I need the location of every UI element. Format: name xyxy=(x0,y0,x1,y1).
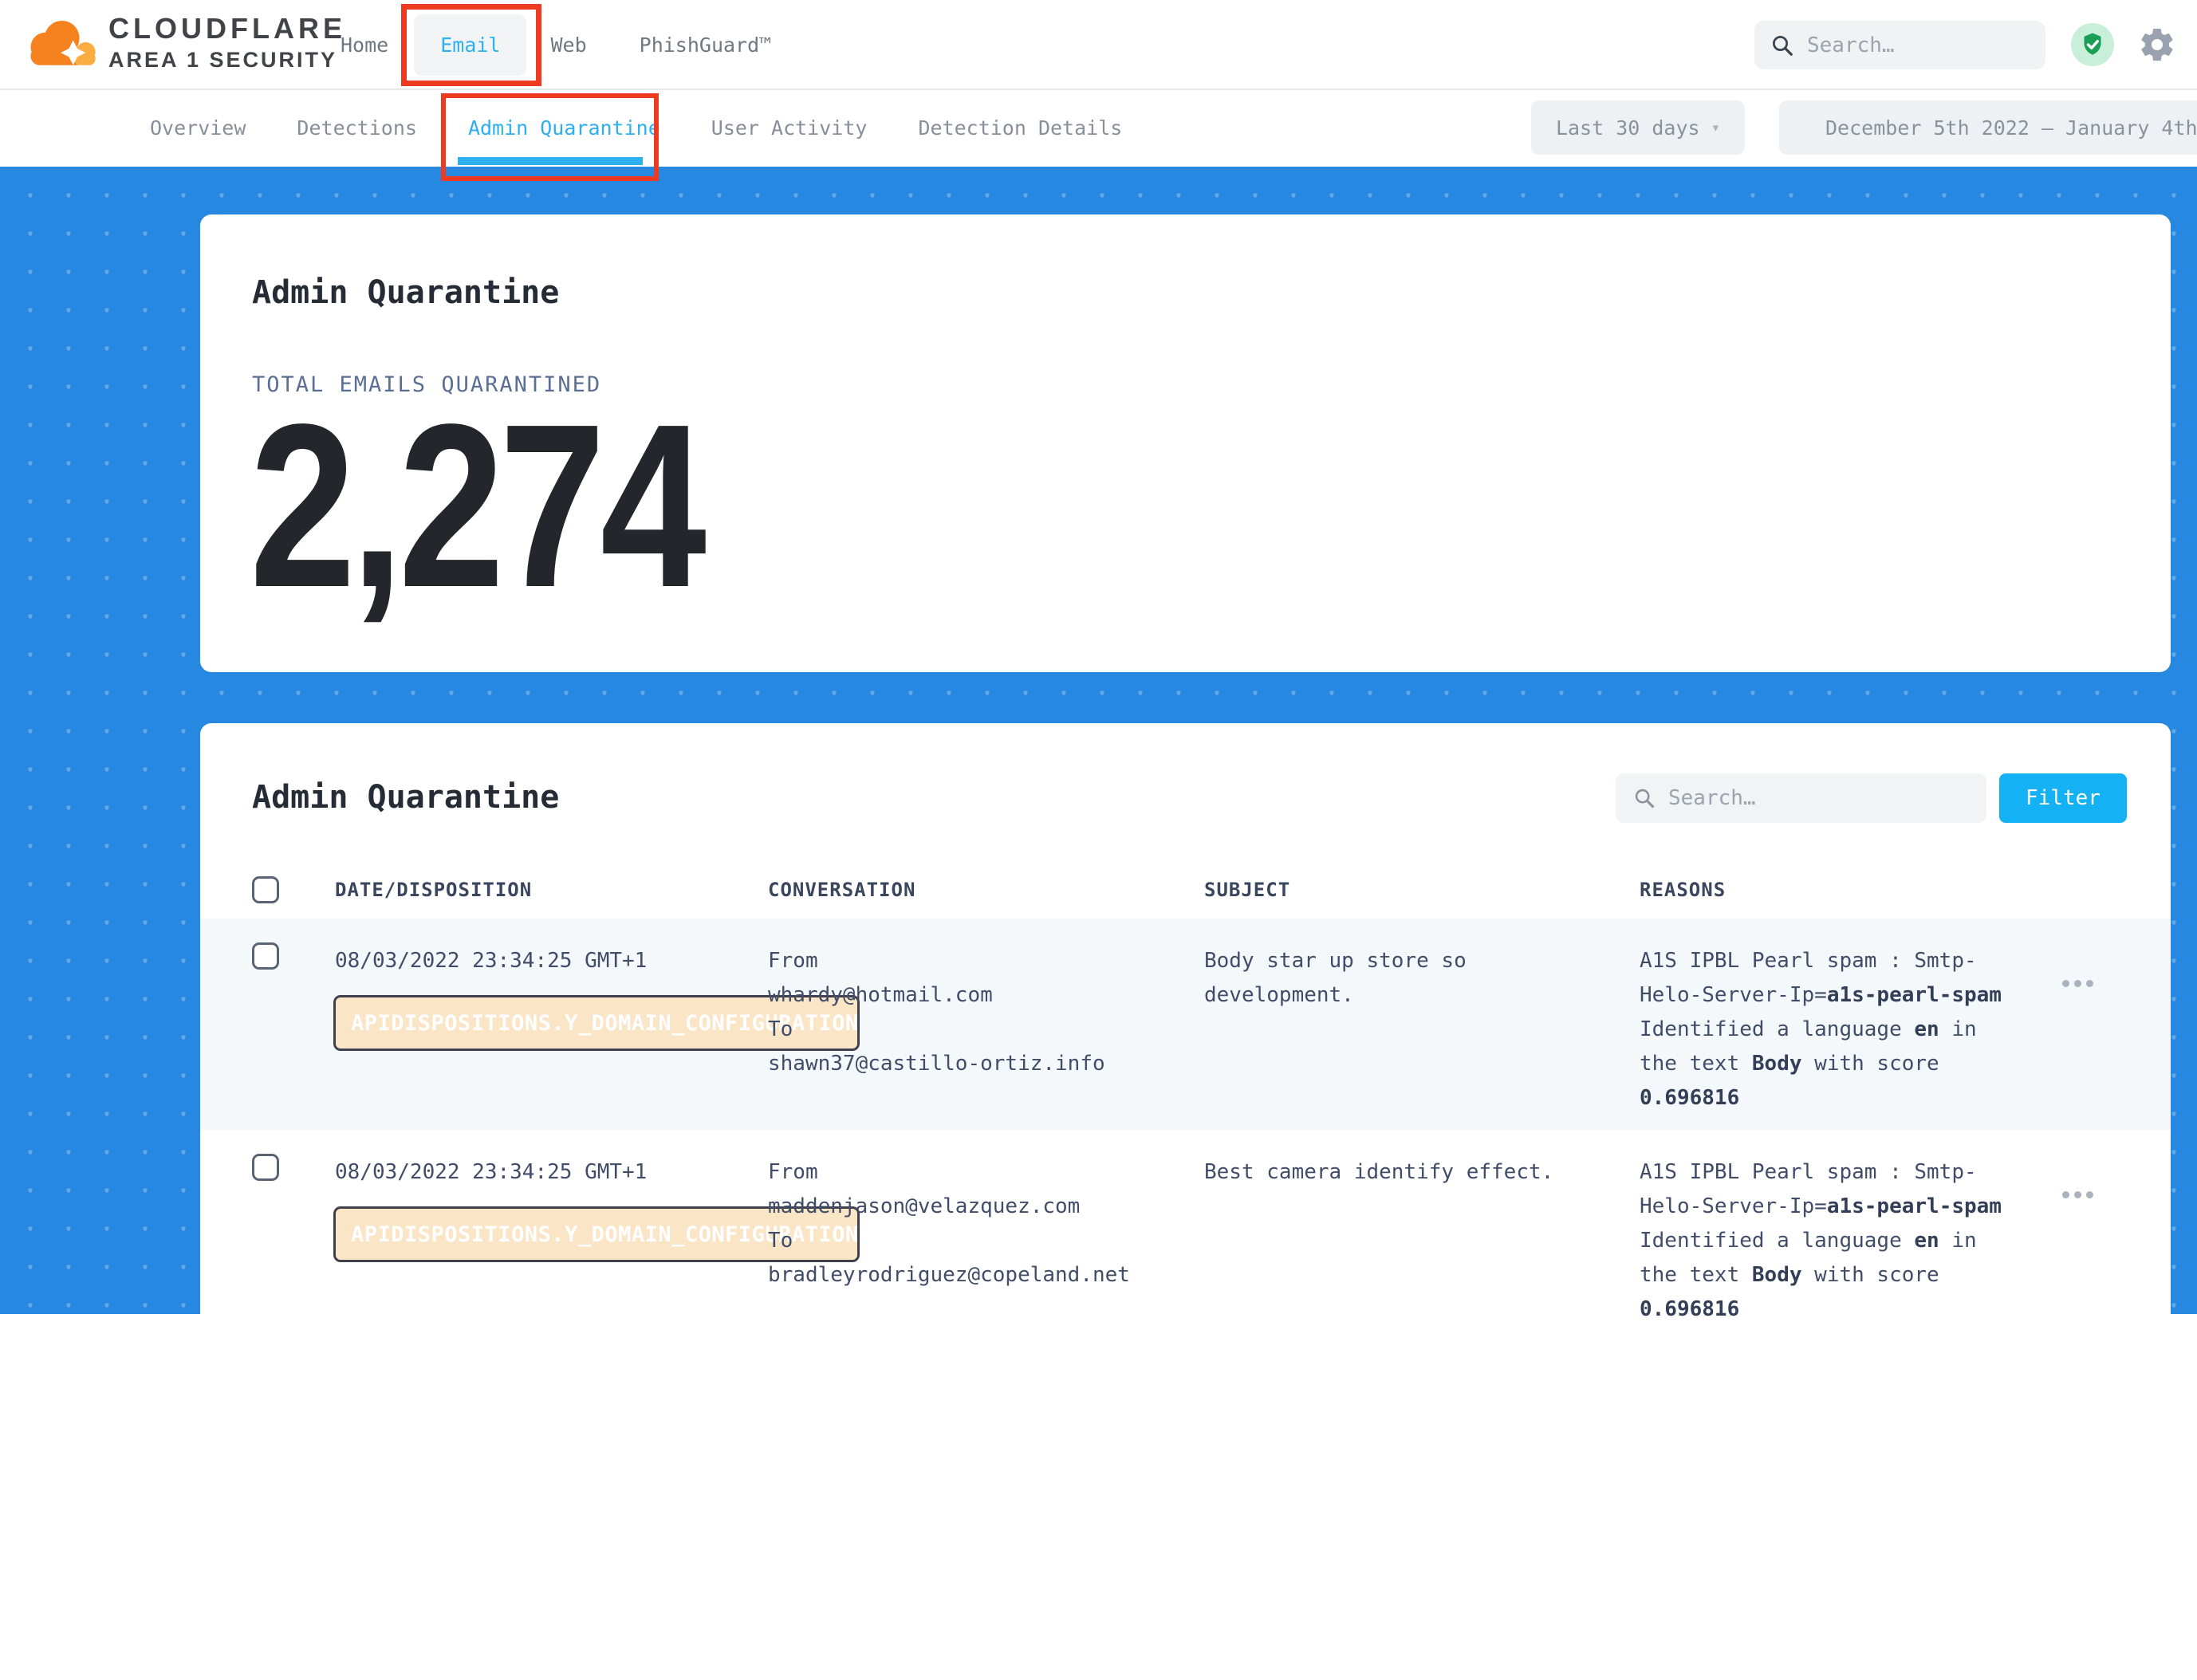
conversation-to-label: To xyxy=(768,1013,1204,1047)
table-row: 08/03/2022 23:34:25 GMT+1APIDISPOSITIONS… xyxy=(200,1130,2171,1341)
primary-nav: Home Email Web PhishGuard™ xyxy=(341,0,797,90)
subject-line: Best camera identify effect. xyxy=(1204,1155,1640,1190)
subject-line: Body star up store so xyxy=(1204,944,1640,978)
nav-item-phishguard[interactable]: PhishGuard™ xyxy=(640,33,772,57)
cell-conversation: Frommaddenjason@velazquez.comTobradleyro… xyxy=(768,1130,1204,1341)
brand-name: CLOUDFLARE xyxy=(108,12,346,45)
brand-subtitle: AREA 1 SECURITY xyxy=(108,48,346,73)
column-header-subject: SUBJECT xyxy=(1204,879,1640,901)
cloudflare-cloud-icon xyxy=(22,8,99,77)
cell-subject: Body star up store sodevelopment. xyxy=(1204,919,1640,1130)
conversation-from-address: maddenjason@velazquez.com xyxy=(768,1190,1204,1224)
ellipsis-menu-icon[interactable] xyxy=(2062,980,2171,987)
cell-conversation: Fromwhardy@hotmail.comToshawn37@castillo… xyxy=(768,919,1204,1130)
cell-subject: Best camera identify effect. xyxy=(1204,1130,1640,1341)
top-header: CLOUDFLARE AREA 1 SECURITY Home Email Web P… xyxy=(0,0,2197,90)
reason-line: 0.696816 xyxy=(1640,1292,2030,1327)
column-header-conversation: CONVERSATION xyxy=(768,879,1204,901)
reason-line: Helo-Server-Ip=a1s-pearl-spam xyxy=(1640,1190,2030,1224)
reason-line: 0.696816 xyxy=(1640,1081,2030,1115)
conversation-from-label: From xyxy=(768,1155,1204,1190)
nav-item-email[interactable]: Email xyxy=(414,14,526,76)
ellipsis-menu-icon[interactable] xyxy=(2062,1191,2171,1198)
conversation-to-address: shawn37@castillo-ortiz.info xyxy=(768,1047,1204,1081)
filter-button[interactable]: Filter xyxy=(1999,773,2127,823)
conversation-to-label: To xyxy=(768,1224,1204,1258)
subject-line: development. xyxy=(1204,978,1640,1013)
caret-down-icon: ▾ xyxy=(1711,119,1720,136)
stats-card-title: Admin Quarantine xyxy=(252,274,559,311)
row-checkbox[interactable] xyxy=(252,1154,279,1181)
header-search[interactable] xyxy=(1754,21,2045,69)
conversation-to-address: bradleyrodriguez@copeland.net xyxy=(768,1258,1204,1292)
table-row: 08/03/2022 23:34:25 GMT+1APIDISPOSITIONS… xyxy=(200,919,2171,1130)
time-range-label: Last 30 days xyxy=(1556,116,1700,140)
conversation-from-address: whardy@hotmail.com xyxy=(768,978,1204,1013)
date-range-text: December 5th 2022 — January 4th 2023 xyxy=(1825,116,2197,140)
time-range-dropdown[interactable]: Last 30 days ▾ xyxy=(1531,100,1745,155)
tab-user-activity[interactable]: User Activity xyxy=(711,116,868,140)
active-tab-underline xyxy=(458,157,643,165)
conversation-from-label: From xyxy=(768,944,1204,978)
cell-actions xyxy=(2030,919,2171,1130)
tab-admin-quarantine[interactable]: Admin Quarantine xyxy=(468,116,660,140)
search-icon xyxy=(1770,33,1794,57)
column-header-reasons: REASONS xyxy=(1640,879,2030,901)
cloudflare-logo[interactable]: CLOUDFLARE AREA 1 SECURITY xyxy=(22,8,346,77)
secondary-nav: Overview Detections Admin Quarantine User A… xyxy=(0,90,2197,165)
tab-detections[interactable]: Detections xyxy=(297,116,417,140)
dotted-background: Admin Quarantine TOTAL EMAILS QUARANTINE… xyxy=(0,167,2197,1314)
date-range-display[interactable]: December 5th 2022 — January 4th 2023 xyxy=(1779,100,2197,155)
select-all-checkbox[interactable] xyxy=(252,876,279,903)
nav-item-web[interactable]: Web xyxy=(550,33,586,57)
table-search-input[interactable] xyxy=(1668,786,1969,810)
stats-card: Admin Quarantine TOTAL EMAILS QUARANTINE… xyxy=(200,214,2171,672)
tab-overview[interactable]: Overview xyxy=(150,116,246,140)
row-date: 08/03/2022 23:34:25 GMT+1 xyxy=(335,944,768,978)
cell-actions xyxy=(2030,1130,2171,1341)
reason-line: Identified a language en in xyxy=(1640,1013,2030,1047)
table-card-title: Admin Quarantine xyxy=(252,779,559,816)
shield-check-icon[interactable] xyxy=(2071,23,2114,66)
quarantine-table-card: Admin Quarantine Filter DATE/DISPOSITION… xyxy=(200,723,2171,1680)
reason-line: the text Body with score xyxy=(1640,1258,2030,1292)
table-search[interactable] xyxy=(1616,773,1986,823)
tab-detection-details[interactable]: Detection Details xyxy=(918,116,1122,140)
settings-button[interactable] xyxy=(2138,26,2176,64)
reason-line: Helo-Server-Ip=a1s-pearl-spam xyxy=(1640,978,2030,1013)
quarantine-table: DATE/DISPOSITION CONVERSATION SUBJECT RE… xyxy=(200,861,2171,1341)
column-header-date: DATE/DISPOSITION xyxy=(335,879,768,901)
cell-reasons: A1S IPBL Pearl spam : Smtp-Helo-Server-I… xyxy=(1640,1130,2030,1341)
reason-line: the text Body with score xyxy=(1640,1047,2030,1081)
cell-reasons: A1S IPBL Pearl spam : Smtp-Helo-Server-I… xyxy=(1640,919,2030,1130)
row-checkbox[interactable] xyxy=(252,942,279,970)
row-date: 08/03/2022 23:34:25 GMT+1 xyxy=(335,1155,768,1190)
table-header-row: DATE/DISPOSITION CONVERSATION SUBJECT RE… xyxy=(200,861,2171,919)
reason-line: A1S IPBL Pearl spam : Smtp- xyxy=(1640,1155,2030,1190)
reason-line: Identified a language en in xyxy=(1640,1224,2030,1258)
nav-item-home[interactable]: Home xyxy=(341,33,388,57)
gear-icon xyxy=(2138,26,2176,64)
reason-line: A1S IPBL Pearl spam : Smtp- xyxy=(1640,944,2030,978)
header-search-input[interactable] xyxy=(1807,33,2030,57)
search-icon xyxy=(1633,787,1656,809)
metric-value: 2,274 xyxy=(250,414,701,597)
